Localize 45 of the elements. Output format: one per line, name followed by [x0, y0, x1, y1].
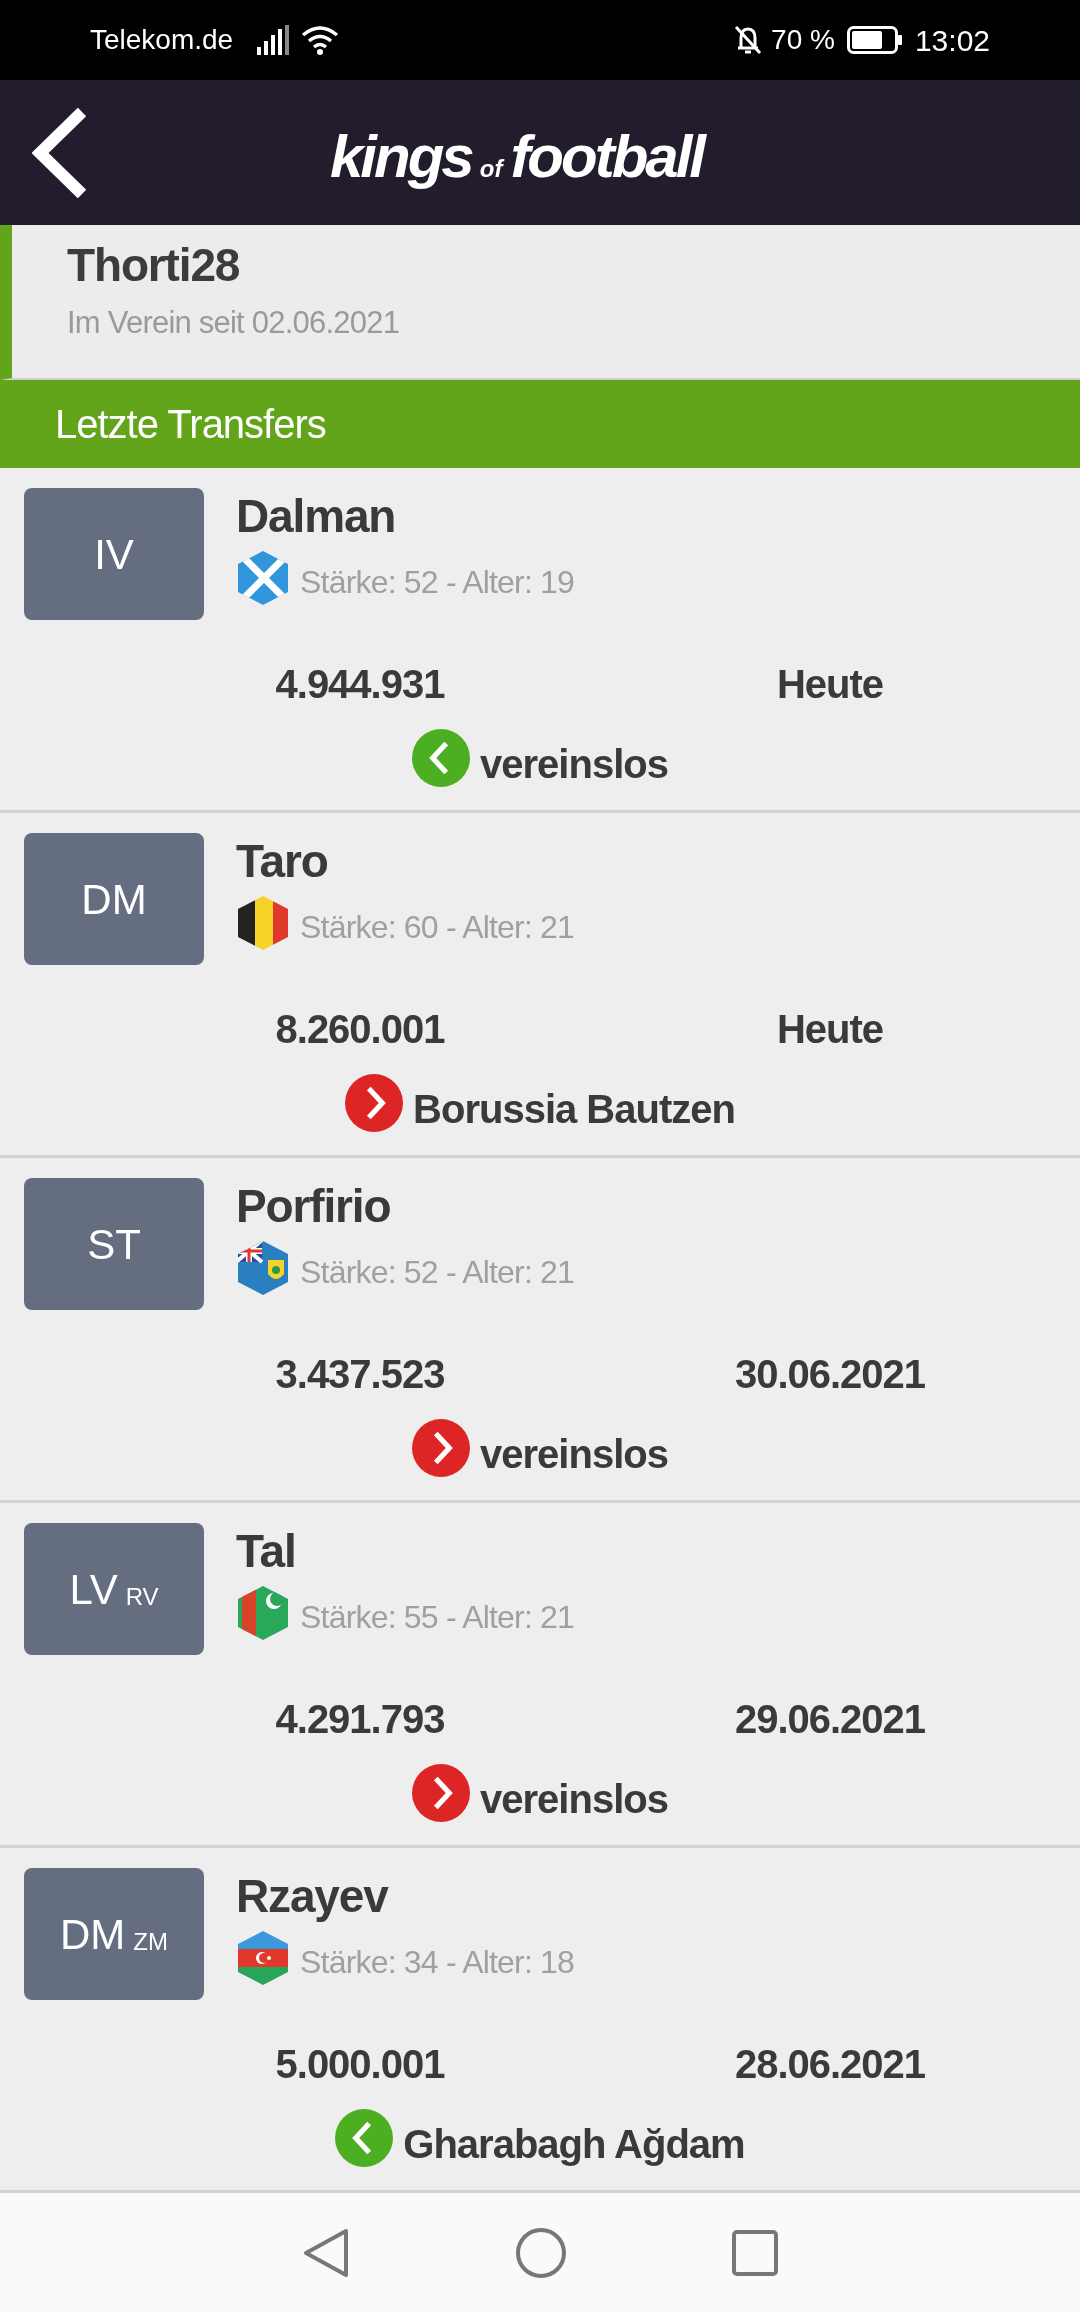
player-stats: Stärke: 52 - Alter: 19	[300, 563, 575, 602]
player-name: Taro	[236, 834, 329, 889]
signal-icon	[257, 25, 290, 55]
position-badge: DM ZM	[24, 1868, 204, 2000]
member-since: Im Verein seit 02.06.2021	[67, 304, 401, 342]
home-nav-icon[interactable]	[515, 2226, 567, 2279]
back-nav-icon[interactable]	[302, 2226, 351, 2279]
transfer-date: 30.06.2021	[734, 1351, 926, 1398]
transfer-fee: 4.291.793	[275, 1696, 445, 1743]
battery-icon	[846, 26, 903, 54]
back-icon	[32, 107, 88, 198]
club-name: vereinslos	[480, 1431, 668, 1478]
muted-bell-icon	[733, 24, 764, 56]
transfer-fee: 5.000.001	[275, 2041, 445, 2088]
player-stats: Stärke: 34 - Alter: 18	[300, 1943, 575, 1982]
battery-percentage: 70 %	[771, 23, 835, 57]
username: Thorti28	[67, 238, 241, 293]
transfer-fee: 4.944.931	[275, 661, 445, 708]
transfer-fee: 8.260.001	[275, 1006, 445, 1053]
player-name: Rzayev	[236, 1869, 390, 1924]
transfer-date: 28.06.2021	[734, 2041, 926, 2088]
player-stats: Stärke: 55 - Alter: 21	[300, 1598, 575, 1637]
player-stats: Stärke: 60 - Alter: 21	[300, 908, 575, 947]
position-badge: IV	[24, 488, 204, 620]
position-badge: ST	[24, 1178, 204, 1310]
player-stats: Stärke: 52 - Alter: 21	[300, 1253, 575, 1292]
player-name: Tal	[236, 1524, 297, 1579]
transfer-date: 29.06.2021	[734, 1696, 926, 1743]
wifi-icon	[301, 25, 340, 55]
club-name: Borussia Bautzen	[413, 1086, 735, 1133]
transfer-date: Heute	[776, 661, 884, 708]
section-title: Letzte Transfers	[55, 401, 326, 448]
position-badge: LV RV	[24, 1523, 204, 1655]
club-name: Gharabagh Ağdam	[403, 2121, 745, 2168]
transfer-fee: 3.437.523	[275, 1351, 445, 1398]
clock: 13:02	[914, 22, 990, 59]
transfer-date: Heute	[776, 1006, 884, 1053]
app-logo: kings of football	[330, 122, 703, 192]
position-badge: DM	[24, 833, 204, 965]
player-name: Porfirio	[236, 1179, 392, 1234]
club-name: vereinslos	[480, 1776, 668, 1823]
player-name: Dalman	[236, 489, 397, 544]
recents-nav-icon[interactable]	[731, 2229, 778, 2276]
carrier-name: Telekom.de	[90, 23, 234, 57]
club-name: vereinslos	[480, 741, 668, 788]
